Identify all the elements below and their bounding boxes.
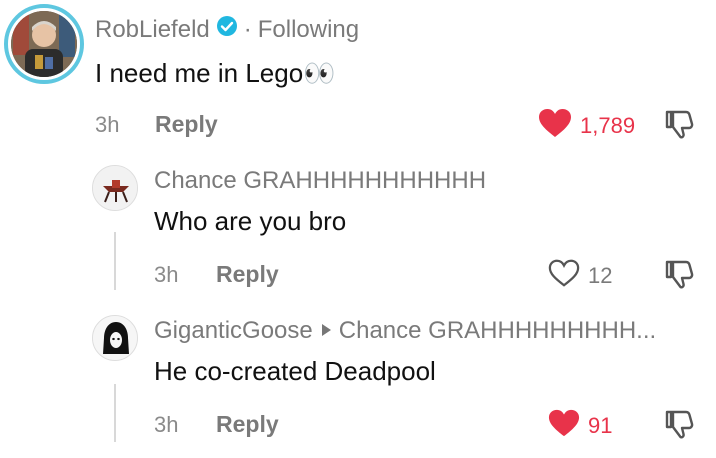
avatar-giganticgoose[interactable]: [92, 315, 138, 361]
comment-3-like-count: 91: [588, 413, 613, 438]
comment-1-like-count: 1,789: [580, 113, 636, 138]
comment-3-dislike-icon[interactable]: [664, 408, 696, 445]
comment-2-username[interactable]: Chance GRAHHHHHHHHHHH: [154, 167, 486, 195]
comment-3-reply-button[interactable]: Reply: [216, 411, 279, 438]
comment-1-header: RobLiefeld · Following: [95, 15, 359, 44]
comment-3-reply-to[interactable]: Chance GRAHHHHHHHHH...: [339, 317, 656, 345]
thread-line: [114, 232, 116, 290]
comment-1-text-content: I need me in Lego: [95, 58, 304, 88]
comment-2-reply-button[interactable]: Reply: [216, 261, 279, 288]
avatar-chance[interactable]: [92, 165, 138, 211]
heart-outline-icon: [548, 258, 580, 294]
comment-1-reply-button[interactable]: Reply: [155, 111, 218, 138]
comment-2-dislike-icon[interactable]: [664, 258, 696, 295]
avatar-robliefeld[interactable]: [4, 4, 84, 84]
comment-2-time: 3h: [154, 262, 179, 287]
reply-arrow-icon: [319, 317, 333, 345]
heart-filled-icon: [538, 108, 572, 144]
comment-3-username[interactable]: GiganticGoose: [154, 317, 313, 345]
comment-3-like-button[interactable]: 91: [548, 408, 612, 444]
comment-1-dislike-icon[interactable]: [664, 108, 696, 145]
comment-1-text: I need me in Lego👀: [95, 58, 336, 89]
follow-status[interactable]: Following: [258, 16, 359, 44]
comment-2-like-count: 12: [588, 263, 613, 288]
comment-3-time: 3h: [154, 412, 179, 437]
comment-3-text: He co-created Deadpool: [154, 356, 436, 386]
comment-2-text: Who are you bro: [154, 206, 347, 236]
comment-2-like-button[interactable]: 12: [548, 258, 612, 294]
comment-1-like-button[interactable]: 1,789: [538, 108, 635, 144]
comment-1-username[interactable]: RobLiefeld: [95, 16, 210, 44]
comment-1-time: 3h: [95, 112, 120, 137]
eyes-emoji: 👀: [303, 58, 336, 88]
verified-badge-icon: [216, 15, 238, 44]
separator-dot: ·: [243, 15, 252, 43]
avatar-photo: [11, 11, 77, 77]
thread-line: [114, 384, 116, 442]
comment-3-header: GiganticGoose Chance GRAHHHHHHHHH...: [154, 317, 656, 345]
heart-filled-icon: [548, 408, 580, 444]
